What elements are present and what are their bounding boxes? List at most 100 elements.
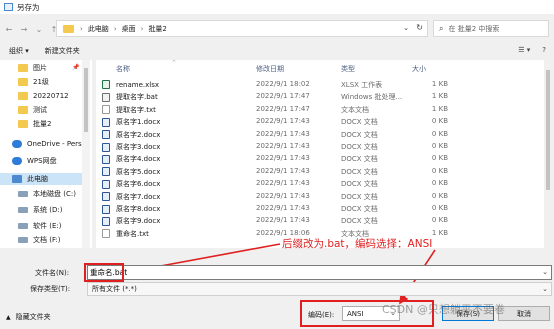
sidebar-item-drive-d[interactable]: 系统 (D:): [18, 204, 62, 216]
sort-up-icon: ^: [172, 60, 177, 66]
chevron-right-icon: ›: [140, 24, 144, 33]
sidebar-item-21[interactable]: 21级: [18, 76, 49, 88]
column-header-type[interactable]: 类型: [341, 64, 355, 75]
scrollbar-thumb[interactable]: [546, 70, 550, 190]
organize-button[interactable]: 组织 ▾: [9, 46, 29, 56]
new-folder-button[interactable]: 新建文件夹: [45, 46, 80, 56]
file-row[interactable]: 原名字7.docx 2022/9/1 17:43 DOCX 文档 0 KB: [96, 190, 540, 202]
txt-file-icon: [102, 229, 110, 239]
file-row[interactable]: 原名字6.docx 2022/9/1 17:43 DOCX 文档 0 KB: [96, 177, 540, 189]
scrollbar-thumb[interactable]: [84, 68, 88, 132]
breadcrumb-desktop[interactable]: 桌面: [122, 24, 136, 34]
breadcrumb-batch2[interactable]: 批量2: [148, 24, 166, 34]
file-list-scrollbar[interactable]: [544, 60, 552, 248]
docx-file-icon: [102, 216, 110, 226]
sidebar-item-drive-f[interactable]: 文档 (F:): [18, 234, 61, 246]
file-name-cell: rename.xlsx: [102, 80, 159, 89]
back-arrow-icon[interactable]: ←: [3, 22, 15, 36]
file-row[interactable]: 原名字3.docx 2022/9/1 17:43 DOCX 文档 0 KB: [96, 140, 540, 152]
file-row[interactable]: 原名字5.docx 2022/9/1 17:43 DOCX 文档 0 KB: [96, 165, 540, 177]
file-row[interactable]: 原名字8.docx 2022/9/1 17:43 DOCX 文档 0 KB: [96, 202, 540, 214]
recent-dropdown-icon[interactable]: ⌄: [33, 22, 45, 36]
file-type-cell: DOCX 文档: [341, 180, 378, 189]
title-bar: 另存为: [0, 0, 554, 14]
search-icon: ⌕: [439, 23, 444, 33]
sidebar-item-batch2[interactable]: 批量2: [18, 118, 51, 130]
watermark: CSDN @只想躺平不要卷: [382, 303, 505, 316]
help-icon[interactable]: ?: [542, 46, 546, 54]
address-bar[interactable]: › 此电脑 › 桌面 › 批量2 ⌄ ↻: [56, 20, 428, 37]
refresh-icon[interactable]: ↻: [416, 23, 423, 32]
file-row[interactable]: 原名字2.docx 2022/9/1 17:43 DOCX 文档 0 KB: [96, 128, 540, 140]
chevron-up-icon: ▲: [6, 313, 11, 321]
drive-icon: [18, 223, 28, 229]
docx-file-icon: [102, 142, 110, 152]
file-modified-cell: 2022/9/1 17:43: [256, 154, 310, 163]
chevron-down-icon[interactable]: ⌄: [542, 285, 548, 293]
chevron-right-icon: ›: [113, 24, 117, 33]
sidebar-item-this-pc[interactable]: 此电脑: [0, 173, 82, 185]
column-header-size[interactable]: 大小: [412, 64, 426, 75]
file-modified-cell: 2022/9/1 17:43: [256, 191, 310, 200]
file-row[interactable]: 原名字4.docx 2022/9/1 17:43 DOCX 文档 0 KB: [96, 152, 540, 164]
file-modified-cell: 2022/9/1 17:43: [256, 179, 310, 188]
filetype-select[interactable]: 所有文件 (*.*) ⌄: [87, 282, 552, 296]
sidebar-item-test[interactable]: 测试: [18, 104, 47, 116]
command-bar: 组织 ▾ 新建文件夹 ☰ ▾ ?: [0, 43, 554, 59]
file-type-cell: Windows 批处理...: [341, 93, 403, 102]
file-type-cell: DOCX 文档: [341, 205, 378, 213]
notepad-icon: [4, 3, 13, 11]
view-options-button[interactable]: ☰ ▾: [518, 46, 530, 54]
file-size-cell: 0 KB: [431, 204, 448, 212]
column-header-name[interactable]: 名称: [116, 64, 130, 75]
txt-file-icon: [102, 105, 110, 115]
sidebar-scrollbar[interactable]: [82, 60, 90, 248]
cancel-button[interactable]: 取消: [498, 306, 550, 321]
file-modified-cell: 2022/9/1 17:47: [256, 104, 310, 113]
chevron-down-icon[interactable]: ⌄: [403, 24, 409, 32]
docx-file-icon: [102, 130, 110, 140]
filename-highlight-box: [84, 263, 124, 282]
sidebar-item-wps-drive[interactable]: WPS网盘: [12, 155, 57, 167]
file-name-cell: 重命名.txt: [102, 229, 149, 239]
breadcrumb-this-pc[interactable]: 此电脑: [88, 24, 109, 34]
file-row[interactable]: rename.xlsx 2022/9/1 18:02 XLSX 工作表 1 KB: [96, 78, 540, 90]
forward-arrow-icon[interactable]: →: [18, 22, 30, 36]
drive-icon: [18, 207, 28, 213]
file-modified-cell: 2022/9/1 17:43: [256, 216, 310, 225]
file-name-cell: 原名字8.docx: [102, 204, 160, 214]
chevron-down-icon[interactable]: ⌄: [542, 268, 548, 276]
pin-icon: 📌: [72, 64, 80, 71]
chevron-right-icon: ›: [80, 24, 83, 33]
annotation-text: 后缀改为.bat，编码选择：ANSI: [282, 238, 433, 250]
filetype-value: 所有文件 (*.*): [92, 285, 137, 293]
docx-file-icon: [102, 192, 110, 202]
file-size-cell: 0 KB: [431, 129, 448, 138]
column-header-modified[interactable]: 修改日期: [256, 64, 284, 75]
filename-input[interactable]: [90, 268, 510, 277]
sidebar-item-onedrive[interactable]: OneDrive - Perso: [12, 138, 86, 150]
file-name-cell: 原名字7.docx: [102, 192, 160, 202]
sidebar-item-drive-c[interactable]: 本地磁盘 (C:): [18, 188, 76, 200]
file-row[interactable]: 原名字1.docx 2022/9/1 17:43 DOCX 文档 0 KB: [96, 115, 540, 127]
file-size-cell: 0 KB: [431, 179, 448, 188]
file-name-cell: 原名字4.docx: [102, 154, 160, 164]
file-row[interactable]: 提取名字.txt 2022/9/1 17:47 文本文档 1 KB: [96, 103, 540, 115]
filename-field[interactable]: ⌄: [87, 265, 552, 280]
file-type-cell: DOCX 文档: [341, 167, 378, 176]
file-row[interactable]: 提取名字.bat 2022/9/1 17:47 Windows 批处理... 1 KB: [96, 90, 540, 102]
file-modified-cell: 2022/9/1 17:43: [256, 204, 310, 212]
file-row[interactable]: 原名字9.docx 2022/9/1 17:43 DOCX 文档 0 KB: [96, 214, 540, 226]
file-size-cell: 0 KB: [431, 154, 448, 163]
sidebar-item-20220712[interactable]: 20220712: [18, 90, 69, 102]
search-box[interactable]: ⌕ 在 批量2 中搜索: [433, 20, 549, 37]
window-title: 另存为: [17, 2, 40, 12]
file-size-cell: 1 KB: [431, 104, 448, 113]
file-modified-cell: 2022/9/1 17:43: [256, 117, 310, 126]
sidebar-item-pictures[interactable]: 图片: [18, 62, 47, 74]
file-type-cell: DOCX 文档: [341, 192, 378, 201]
hide-folders-button[interactable]: ▲ 隐藏文件夹: [6, 312, 51, 322]
file-type-cell: DOCX 文档: [341, 130, 378, 139]
sidebar-item-drive-e[interactable]: 软件 (E:): [18, 220, 61, 232]
drive-icon: [18, 237, 28, 243]
